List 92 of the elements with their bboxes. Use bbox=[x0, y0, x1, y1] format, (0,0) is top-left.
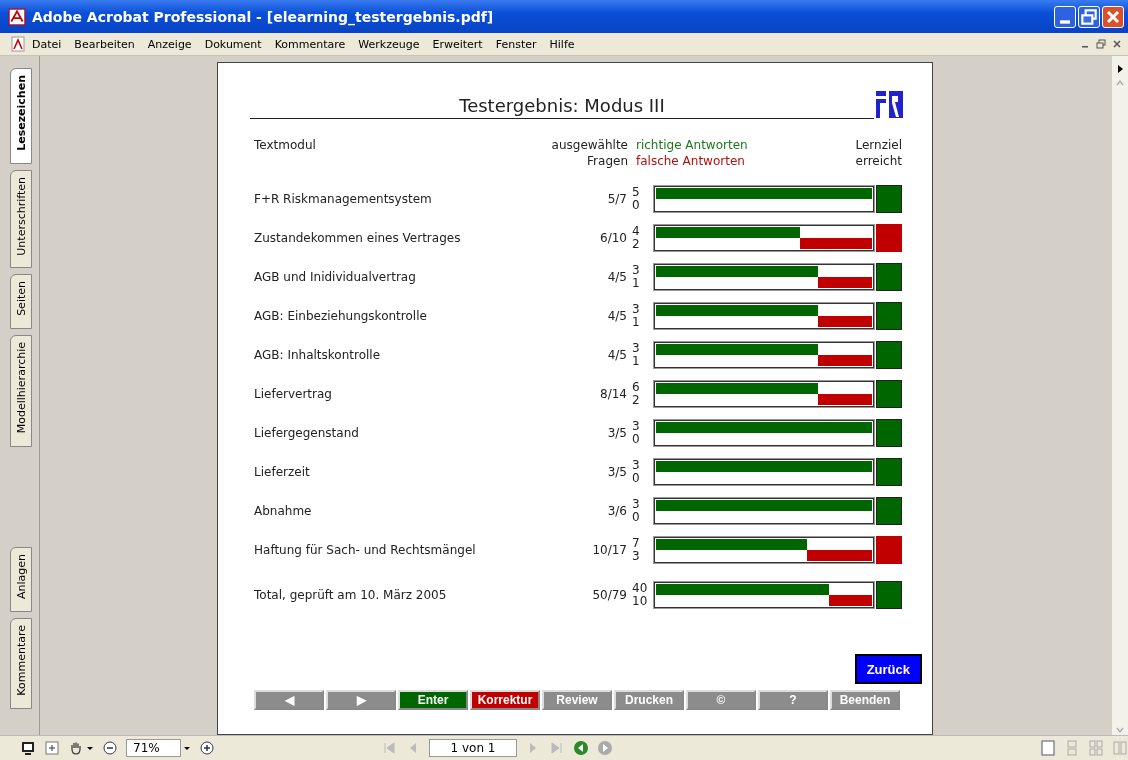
nav-button[interactable]: Korrektur bbox=[470, 690, 540, 710]
window-title: Adobe Acrobat Professional - [elearning_testergebnis.pdf] bbox=[32, 8, 494, 25]
column-header: Textmodul bbox=[254, 137, 317, 153]
wrong-count: 0 bbox=[632, 510, 641, 524]
question-count: 10/17 bbox=[591, 542, 628, 557]
module-label: Abnahme bbox=[254, 503, 313, 518]
wrong-count: 10 bbox=[632, 595, 649, 608]
menu-item[interactable]: Anzeige bbox=[147, 37, 192, 51]
menu-item[interactable]: Erweitert bbox=[432, 37, 483, 51]
nav-button[interactable]: Enter bbox=[398, 690, 468, 710]
scrollbar[interactable] bbox=[1112, 56, 1128, 735]
module-label: AGB: Einbeziehungskontrolle bbox=[254, 308, 428, 323]
module-label: F+R Riskmanagementsystem bbox=[254, 191, 433, 206]
correct-count: 5 bbox=[632, 185, 641, 199]
correct-count: 7 bbox=[632, 536, 641, 550]
document-title: Testergebnis: Modus III bbox=[459, 95, 665, 116]
question-count: 3/5 bbox=[606, 464, 628, 479]
menu-item[interactable]: Hilfe bbox=[549, 37, 575, 51]
module-label: Liefervertrag bbox=[254, 386, 333, 401]
scroll-down-icon[interactable] bbox=[1115, 725, 1125, 735]
correct-count: 3 bbox=[632, 497, 641, 511]
expand-arrow-icon[interactable] bbox=[1115, 64, 1125, 74]
wrong-count: 2 bbox=[632, 393, 641, 407]
question-count: 8/14 bbox=[599, 386, 628, 401]
menu-item[interactable]: Fenster bbox=[495, 37, 537, 51]
page-icon[interactable] bbox=[44, 740, 60, 756]
side-tab[interactable]: Lesezeichen bbox=[10, 68, 32, 164]
forward-icon[interactable] bbox=[597, 740, 613, 756]
side-tab[interactable]: Unterschriften bbox=[10, 169, 32, 269]
page-field[interactable]: 1 von 1 bbox=[429, 739, 517, 757]
logo-icon bbox=[876, 91, 903, 118]
correct-count: 3 bbox=[632, 302, 641, 316]
zoom-field[interactable]: 71% bbox=[126, 739, 181, 757]
question-count: 3/5 bbox=[606, 425, 628, 440]
dropdown-icon[interactable] bbox=[86, 744, 94, 752]
correct-count: 3 bbox=[632, 419, 641, 433]
wrong-count: 2 bbox=[632, 237, 641, 251]
question-count: 5/7 bbox=[606, 191, 628, 206]
menu-item[interactable]: Kommentare bbox=[274, 37, 346, 51]
side-tab[interactable]: Kommentare bbox=[10, 618, 32, 709]
side-tab[interactable]: Anlagen bbox=[10, 547, 32, 613]
question-count: 3/6 bbox=[606, 503, 628, 518]
module-label: Liefergegenstand bbox=[254, 425, 360, 440]
restore-button[interactable] bbox=[1078, 5, 1100, 28]
dropdown-icon[interactable] bbox=[183, 744, 191, 752]
zoom-in-icon[interactable] bbox=[199, 740, 215, 756]
close-icon[interactable] bbox=[1112, 39, 1122, 49]
wrong-count: 1 bbox=[632, 276, 641, 290]
column-header: Fragen bbox=[587, 153, 628, 169]
module-label: AGB: Inhaltskontrolle bbox=[254, 347, 382, 362]
back-icon[interactable] bbox=[573, 740, 589, 756]
side-tab[interactable]: Seiten bbox=[10, 274, 32, 330]
module-label: AGB und Inidividualvertrag bbox=[254, 269, 417, 284]
question-count: 4/5 bbox=[606, 269, 628, 284]
correct-count: 4 bbox=[632, 224, 641, 238]
pdf-document-icon bbox=[10, 36, 26, 52]
side-tab[interactable]: Modellhierarchie bbox=[10, 335, 32, 447]
question-count: 4/5 bbox=[606, 308, 628, 323]
module-label: Zustandekommen eines Vertrages bbox=[254, 230, 462, 245]
zoom-out-icon[interactable] bbox=[102, 740, 118, 756]
module-label: Lieferzeit bbox=[254, 464, 311, 479]
question-count: 4/5 bbox=[606, 347, 628, 362]
scroll-up-icon[interactable] bbox=[1115, 78, 1125, 88]
correct-count: 40 bbox=[632, 582, 649, 595]
module-label: Total, geprüft am 10. März 2005 bbox=[254, 588, 448, 602]
pdf-app-icon bbox=[8, 7, 26, 26]
correct-count: 3 bbox=[632, 263, 641, 277]
wrong-count: 1 bbox=[632, 354, 641, 368]
menu-item[interactable]: Bearbeiten bbox=[74, 37, 135, 51]
question-count: 6/10 bbox=[599, 230, 628, 245]
correct-count: 3 bbox=[632, 458, 641, 472]
monitor-icon[interactable] bbox=[20, 740, 36, 756]
wrong-count: 1 bbox=[632, 315, 641, 329]
column-header: Lernziel bbox=[855, 137, 902, 153]
wrong-count: 0 bbox=[632, 198, 641, 212]
wrong-count: 3 bbox=[632, 549, 641, 563]
menu-item[interactable]: Datei bbox=[32, 37, 62, 51]
module-label: Haftung für Sach- und Rechtsmängel bbox=[254, 542, 477, 557]
back-button[interactable]: Zurück bbox=[854, 654, 922, 684]
column-header: ausgewählte bbox=[551, 137, 628, 153]
correct-count: 3 bbox=[632, 341, 641, 355]
wrong-count: 0 bbox=[632, 471, 641, 485]
minimize-button[interactable] bbox=[1054, 5, 1076, 28]
menu-item[interactable]: Dokument bbox=[204, 37, 262, 51]
wrong-count: 0 bbox=[632, 432, 641, 446]
single-page-icon[interactable] bbox=[1040, 740, 1056, 756]
column-header: erreicht bbox=[855, 153, 902, 169]
menu-item[interactable]: Werkzeuge bbox=[358, 37, 420, 51]
question-count: 50/79 bbox=[591, 588, 628, 602]
restore-icon[interactable] bbox=[1096, 39, 1106, 49]
correct-count: 6 bbox=[632, 380, 641, 394]
close-button[interactable] bbox=[1102, 5, 1124, 28]
